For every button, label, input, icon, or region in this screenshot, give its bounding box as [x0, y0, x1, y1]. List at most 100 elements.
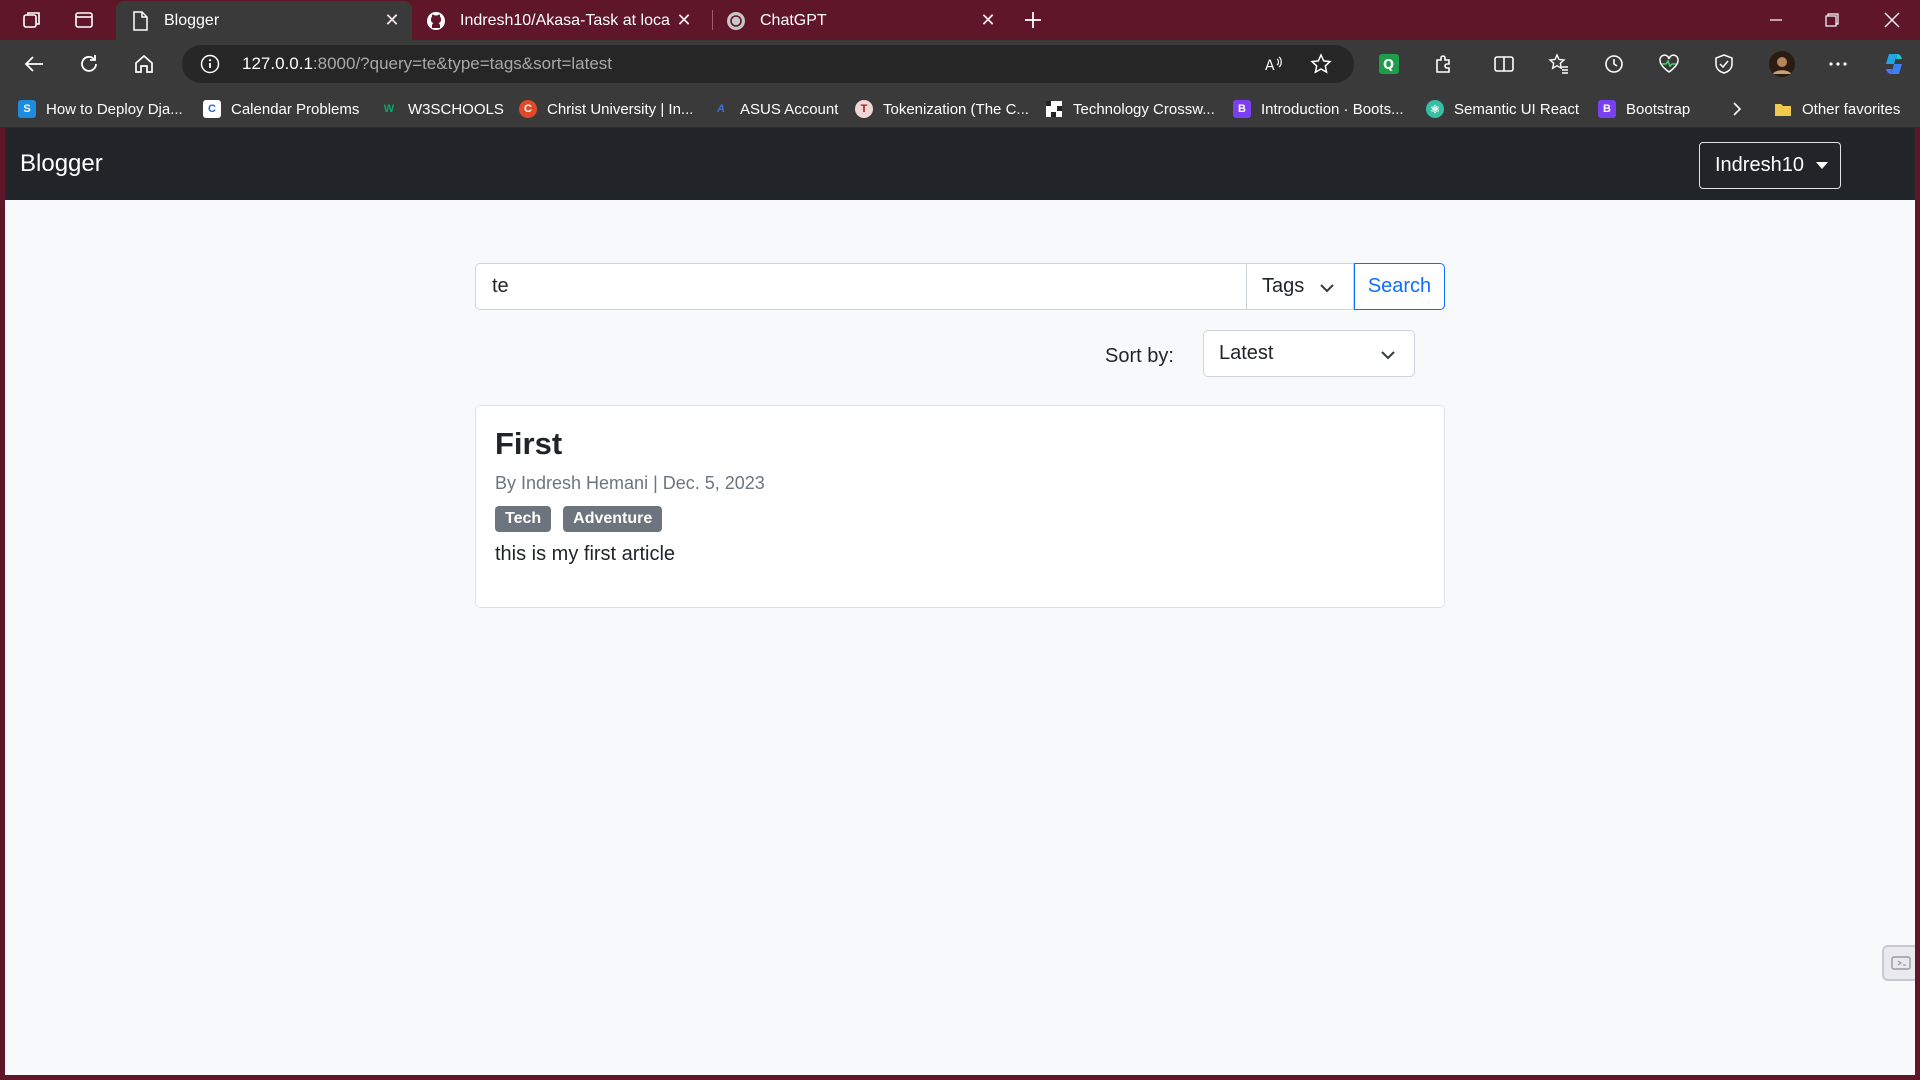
chevron-down-icon [1320, 284, 1334, 293]
post-card[interactable]: First By Indresh Hemani | Dec. 5, 2023 T… [475, 405, 1445, 608]
bookmark-item[interactable]: W W3SCHOOLS [380, 98, 504, 120]
extensions-puzzle-icon[interactable] [1428, 48, 1460, 80]
close-tab-icon[interactable]: ✕ [670, 7, 698, 35]
bookmark-label: ASUS Account [740, 100, 839, 118]
search-button[interactable]: Search [1354, 263, 1445, 310]
bookmark-item[interactable]: T Tokenization (The C... [855, 98, 1029, 120]
more-bookmarks-chevron-icon[interactable] [1730, 98, 1744, 120]
browser-tab-strip: Blogger ✕ Indresh10/Akasa-Task at local … [0, 0, 1920, 40]
bookmark-label: Calendar Problems [231, 100, 360, 118]
favorites-bar: S How to Deploy Dja... C Calendar Proble… [0, 88, 1920, 128]
tab-title: Indresh10/Akasa-Task at local [460, 11, 670, 29]
search-input[interactable]: te [475, 263, 1247, 310]
bookmark-item[interactable]: B Bootstrap [1598, 98, 1690, 120]
post-tags: Tech Adventure [495, 506, 663, 532]
address-bar[interactable]: 127.0.0.1:8000/?query=te&type=tags&sort=… [182, 45, 1354, 83]
site-navbar: Blogger Indresh10 [5, 128, 1915, 200]
post-title[interactable]: First [495, 426, 562, 462]
react-icon: ⚛ [1426, 100, 1444, 118]
extension-q-icon[interactable]: Q [1373, 48, 1405, 80]
history-icon[interactable] [1598, 48, 1630, 80]
bookmark-item[interactable]: ⚛ Semantic UI React [1426, 98, 1579, 120]
bookmark-item[interactable]: B Introduction · Boots... [1233, 98, 1404, 120]
tab-blogger[interactable]: Blogger ✕ [116, 1, 412, 40]
sort-value: Latest [1219, 342, 1274, 364]
tab-title: Blogger [164, 11, 220, 29]
favorites-icon[interactable] [1543, 48, 1575, 80]
bookmark-item[interactable]: C Christ University | In... [519, 98, 693, 120]
bookmark-label: W3SCHOOLS [408, 100, 504, 118]
restore-icon[interactable] [1804, 0, 1860, 40]
back-icon[interactable] [18, 48, 50, 80]
svg-text:Q: Q [1383, 58, 1394, 73]
workspaces-icon[interactable] [18, 6, 46, 34]
performance-heart-icon[interactable] [1653, 48, 1685, 80]
read-aloud-icon[interactable]: A [1258, 48, 1290, 80]
other-favorites[interactable]: Other favorites [1774, 98, 1900, 120]
bookmark-item[interactable]: Technology Crossw... [1045, 98, 1215, 120]
sort-label: Sort by: [1105, 345, 1174, 367]
bootstrap-icon: B [1233, 100, 1251, 118]
browser-essentials-icon[interactable] [1708, 48, 1740, 80]
bookmark-label: Christ University | In... [547, 100, 694, 118]
sort-select[interactable]: Latest [1203, 330, 1415, 377]
chevron-down-icon [1381, 351, 1395, 360]
reload-icon[interactable] [73, 48, 105, 80]
sidebar-handle-icon[interactable] [1882, 945, 1915, 981]
new-tab-icon[interactable] [1019, 6, 1047, 34]
copilot-icon[interactable] [1878, 48, 1910, 80]
folder-icon [1774, 100, 1792, 118]
avatar[interactable] [1766, 48, 1798, 80]
post-body: this is my first article [495, 543, 676, 565]
split-screen-icon[interactable] [1488, 48, 1520, 80]
bookmark-item[interactable]: A ASUS Account [712, 98, 838, 120]
page-viewport: Blogger Indresh10 te Tags Search Sort by… [5, 128, 1915, 1075]
bookmark-label: Technology Crossw... [1073, 100, 1215, 118]
close-tab-icon[interactable]: ✕ [378, 7, 406, 35]
bookmark-item[interactable]: C Calendar Problems [203, 98, 359, 120]
brand-link[interactable]: Blogger [20, 150, 103, 178]
s-logo-icon: S [18, 100, 36, 118]
asus-icon: A [717, 103, 725, 115]
svg-text:A: A [1265, 58, 1275, 74]
more-options-icon[interactable] [1822, 48, 1854, 80]
site-info-icon[interactable] [200, 54, 220, 74]
user-dropdown-button[interactable]: Indresh10 [1699, 142, 1841, 189]
bookmark-item[interactable]: S How to Deploy Dja... [18, 98, 183, 120]
home-icon[interactable] [128, 48, 160, 80]
tab-github[interactable]: Indresh10/Akasa-Task at local ✕ [412, 1, 704, 40]
url-host: 127.0.0.1 [242, 54, 313, 73]
bookmark-label: Other favorites [1802, 100, 1901, 118]
caret-down-icon [1815, 162, 1828, 169]
minimize-icon[interactable] [1748, 0, 1804, 40]
close-tab-icon[interactable]: ✕ [974, 7, 1002, 35]
tokenization-icon: T [855, 100, 873, 118]
bootstrap-icon: B [1598, 100, 1616, 118]
bookmark-label: Introduction · Boots... [1261, 100, 1404, 118]
browser-toolbar: 127.0.0.1:8000/?query=te&type=tags&sort=… [0, 40, 1920, 88]
bookmark-label: Tokenization (The C... [883, 100, 1029, 118]
tag-badge[interactable]: Adventure [563, 506, 663, 532]
search-type-value: Tags [1262, 275, 1305, 297]
bookmark-label: How to Deploy Dja... [46, 100, 183, 118]
close-window-icon[interactable] [1864, 0, 1920, 40]
crossword-icon [1045, 100, 1063, 118]
bookmark-label: Semantic UI React [1454, 100, 1580, 118]
search-form: te Tags Search [475, 263, 1445, 310]
calendar-logo-icon: C [203, 100, 221, 118]
tab-chatgpt[interactable]: ChatGPT ✕ [712, 1, 1008, 40]
github-icon [426, 11, 446, 31]
search-type-select[interactable]: Tags [1246, 263, 1354, 310]
favorite-star-icon[interactable] [1305, 48, 1337, 80]
address-url[interactable]: 127.0.0.1:8000/?query=te&type=tags&sort=… [242, 54, 612, 74]
tag-badge[interactable]: Tech [495, 506, 552, 532]
post-meta: By Indresh Hemani | Dec. 5, 2023 [495, 473, 765, 493]
user-name: Indresh10 [1715, 154, 1804, 176]
christ-university-icon: C [519, 100, 537, 118]
tab-title: ChatGPT [760, 11, 827, 29]
bookmark-label: Bootstrap [1626, 100, 1691, 118]
chatgpt-icon [726, 11, 746, 31]
tab-actions-icon[interactable] [70, 6, 98, 34]
w3schools-icon: W [383, 103, 395, 115]
url-path: :8000/?query=te&type=tags&sort=latest [312, 54, 613, 73]
